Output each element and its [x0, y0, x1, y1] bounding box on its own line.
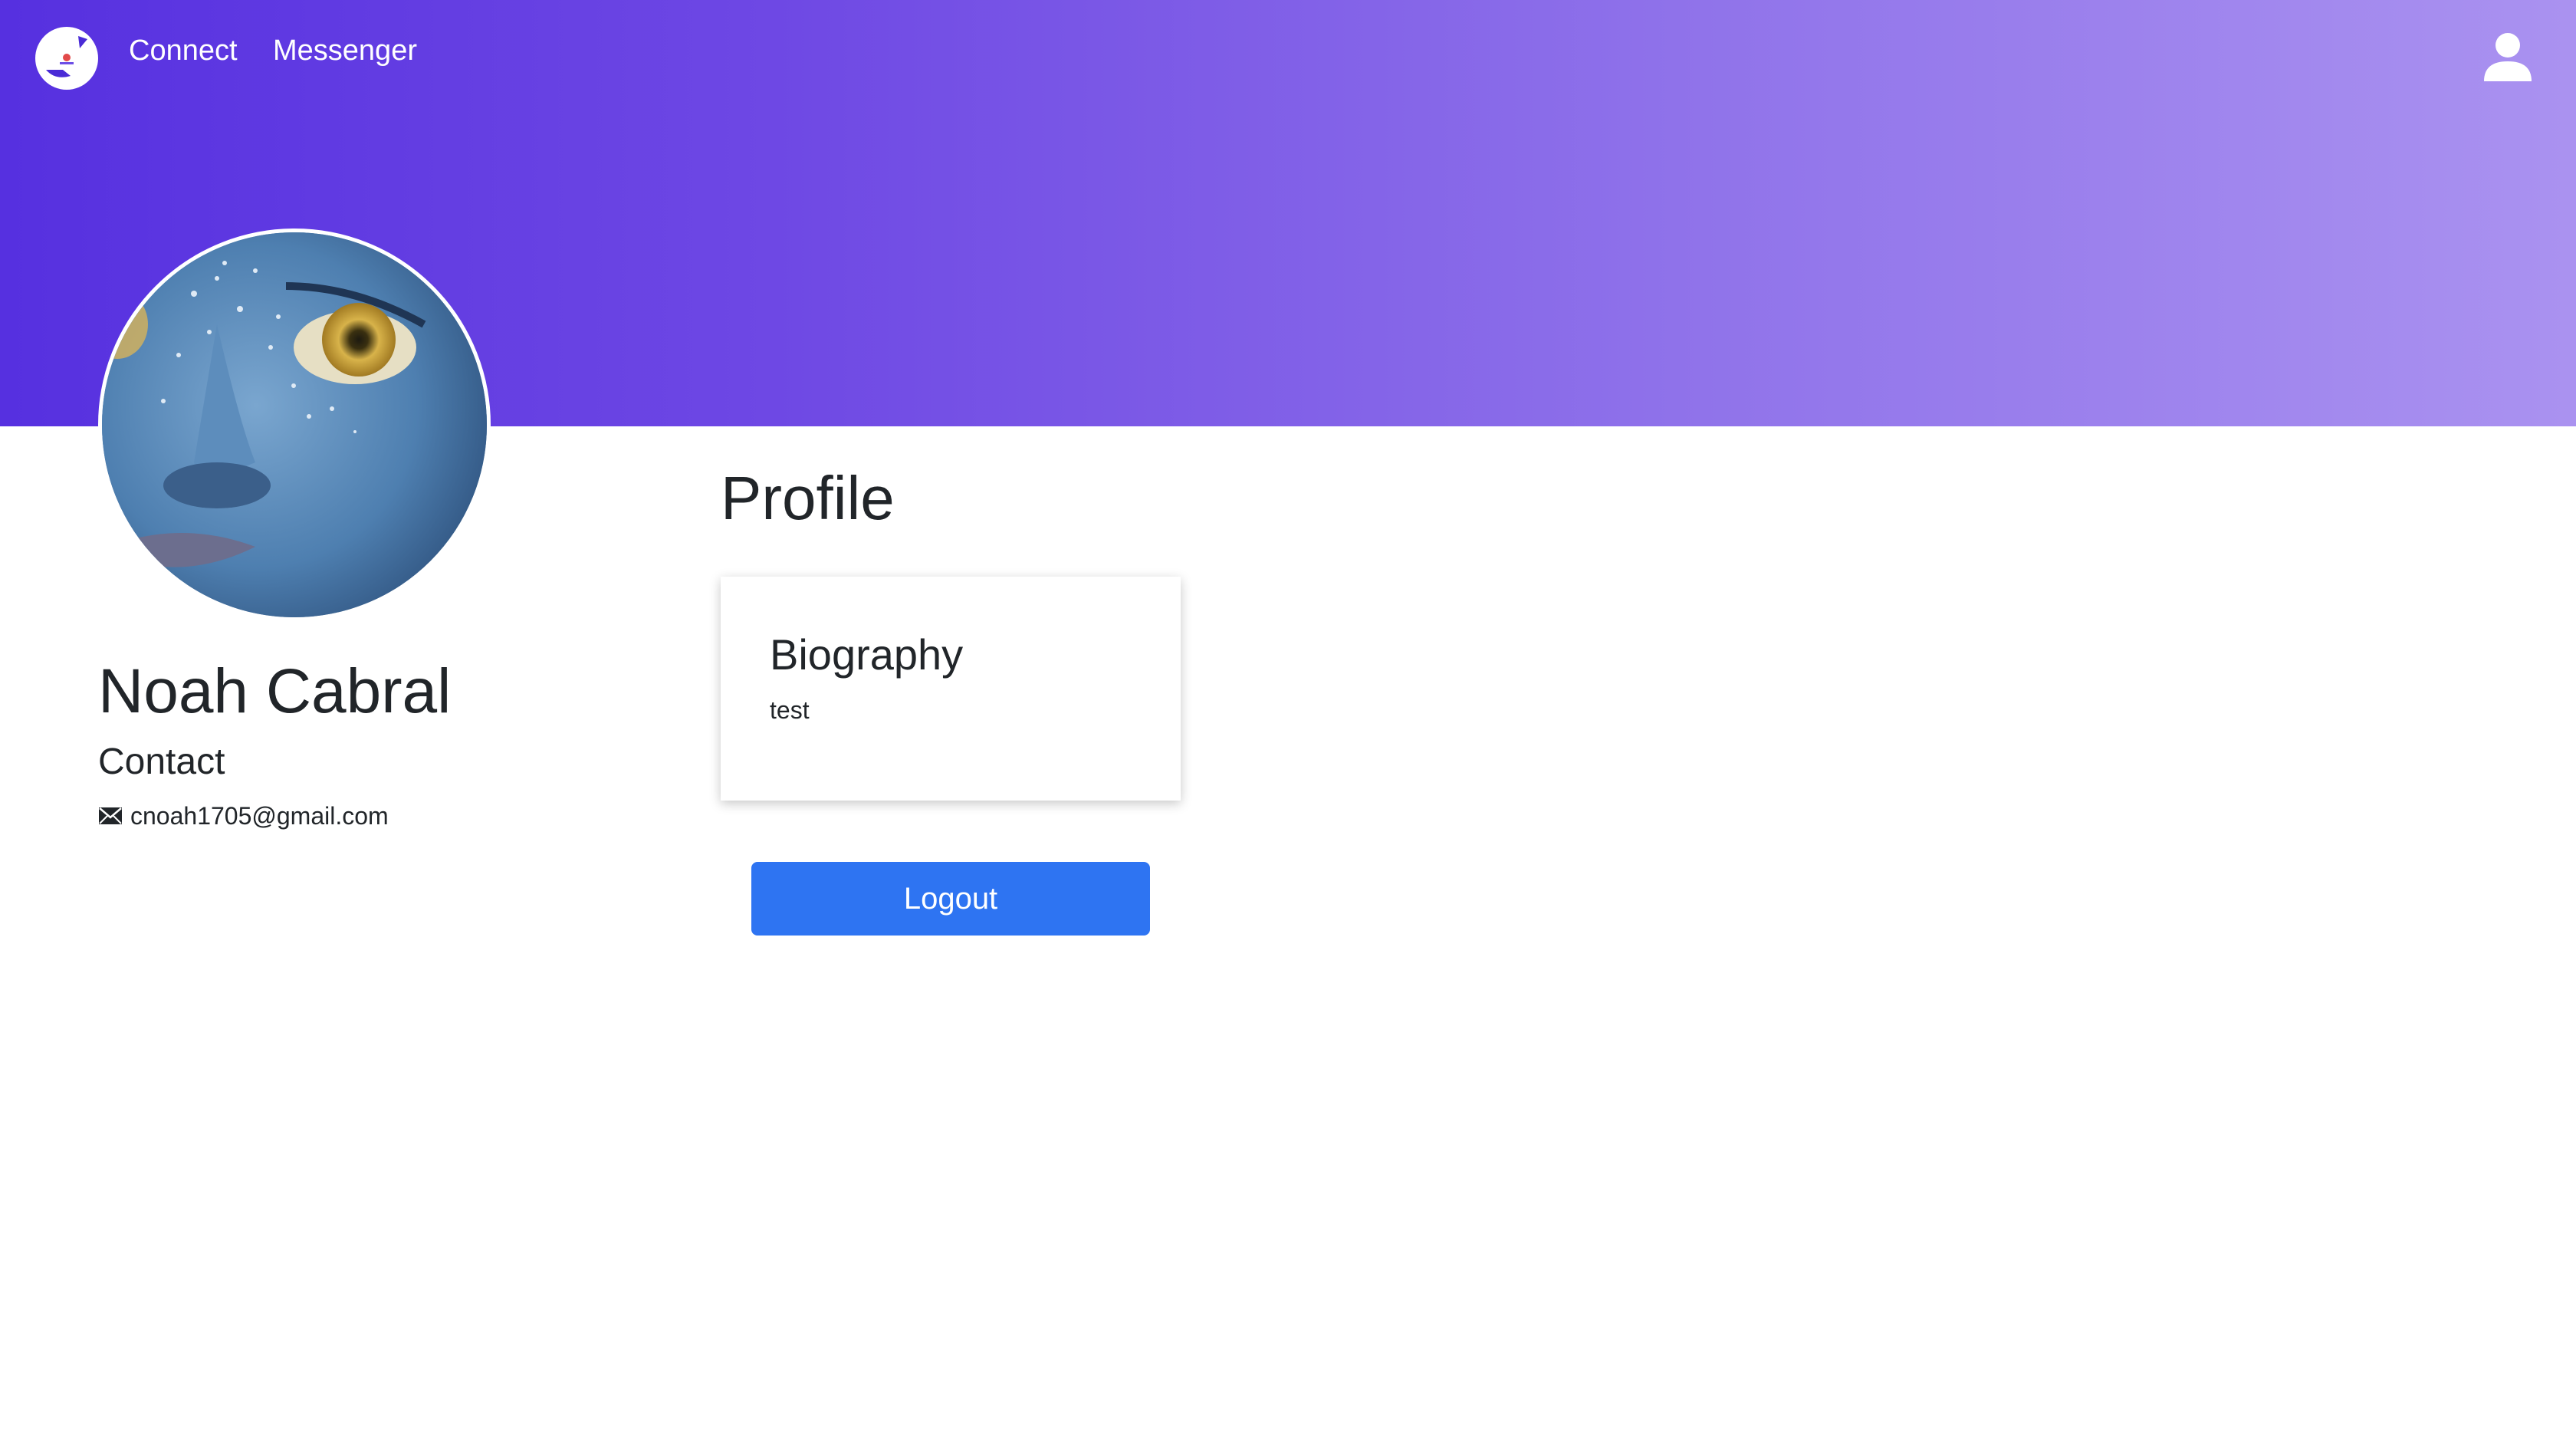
biography-heading: Biography	[770, 630, 964, 679]
page-title: Profile	[721, 464, 895, 532]
biography-card: Biography test	[721, 577, 1181, 801]
logo-mark-icon	[46, 36, 87, 77]
profile-page: Connect Messenger Noah Cabral Contact cn…	[0, 0, 2576, 1437]
nav-link-messenger[interactable]: Messenger	[273, 31, 417, 71]
biography-text: test	[770, 696, 810, 724]
email-text[interactable]: cnoah1705@gmail.com	[130, 799, 389, 833]
avatar-image	[102, 232, 487, 617]
user-icon[interactable]	[2482, 32, 2533, 83]
logout-button[interactable]: Logout	[751, 862, 1150, 936]
nav-link-connect[interactable]: Connect	[129, 31, 238, 71]
avatar	[98, 229, 491, 621]
profile-name: Noah Cabral	[98, 656, 452, 726]
app-logo-icon[interactable]	[35, 27, 98, 90]
top-navbar: Connect Messenger	[0, 0, 2576, 107]
contact-heading: Contact	[98, 742, 225, 782]
envelope-icon	[99, 807, 122, 824]
contact-email: cnoah1705@gmail.com	[98, 799, 389, 833]
user-silhouette-icon	[2484, 33, 2532, 81]
